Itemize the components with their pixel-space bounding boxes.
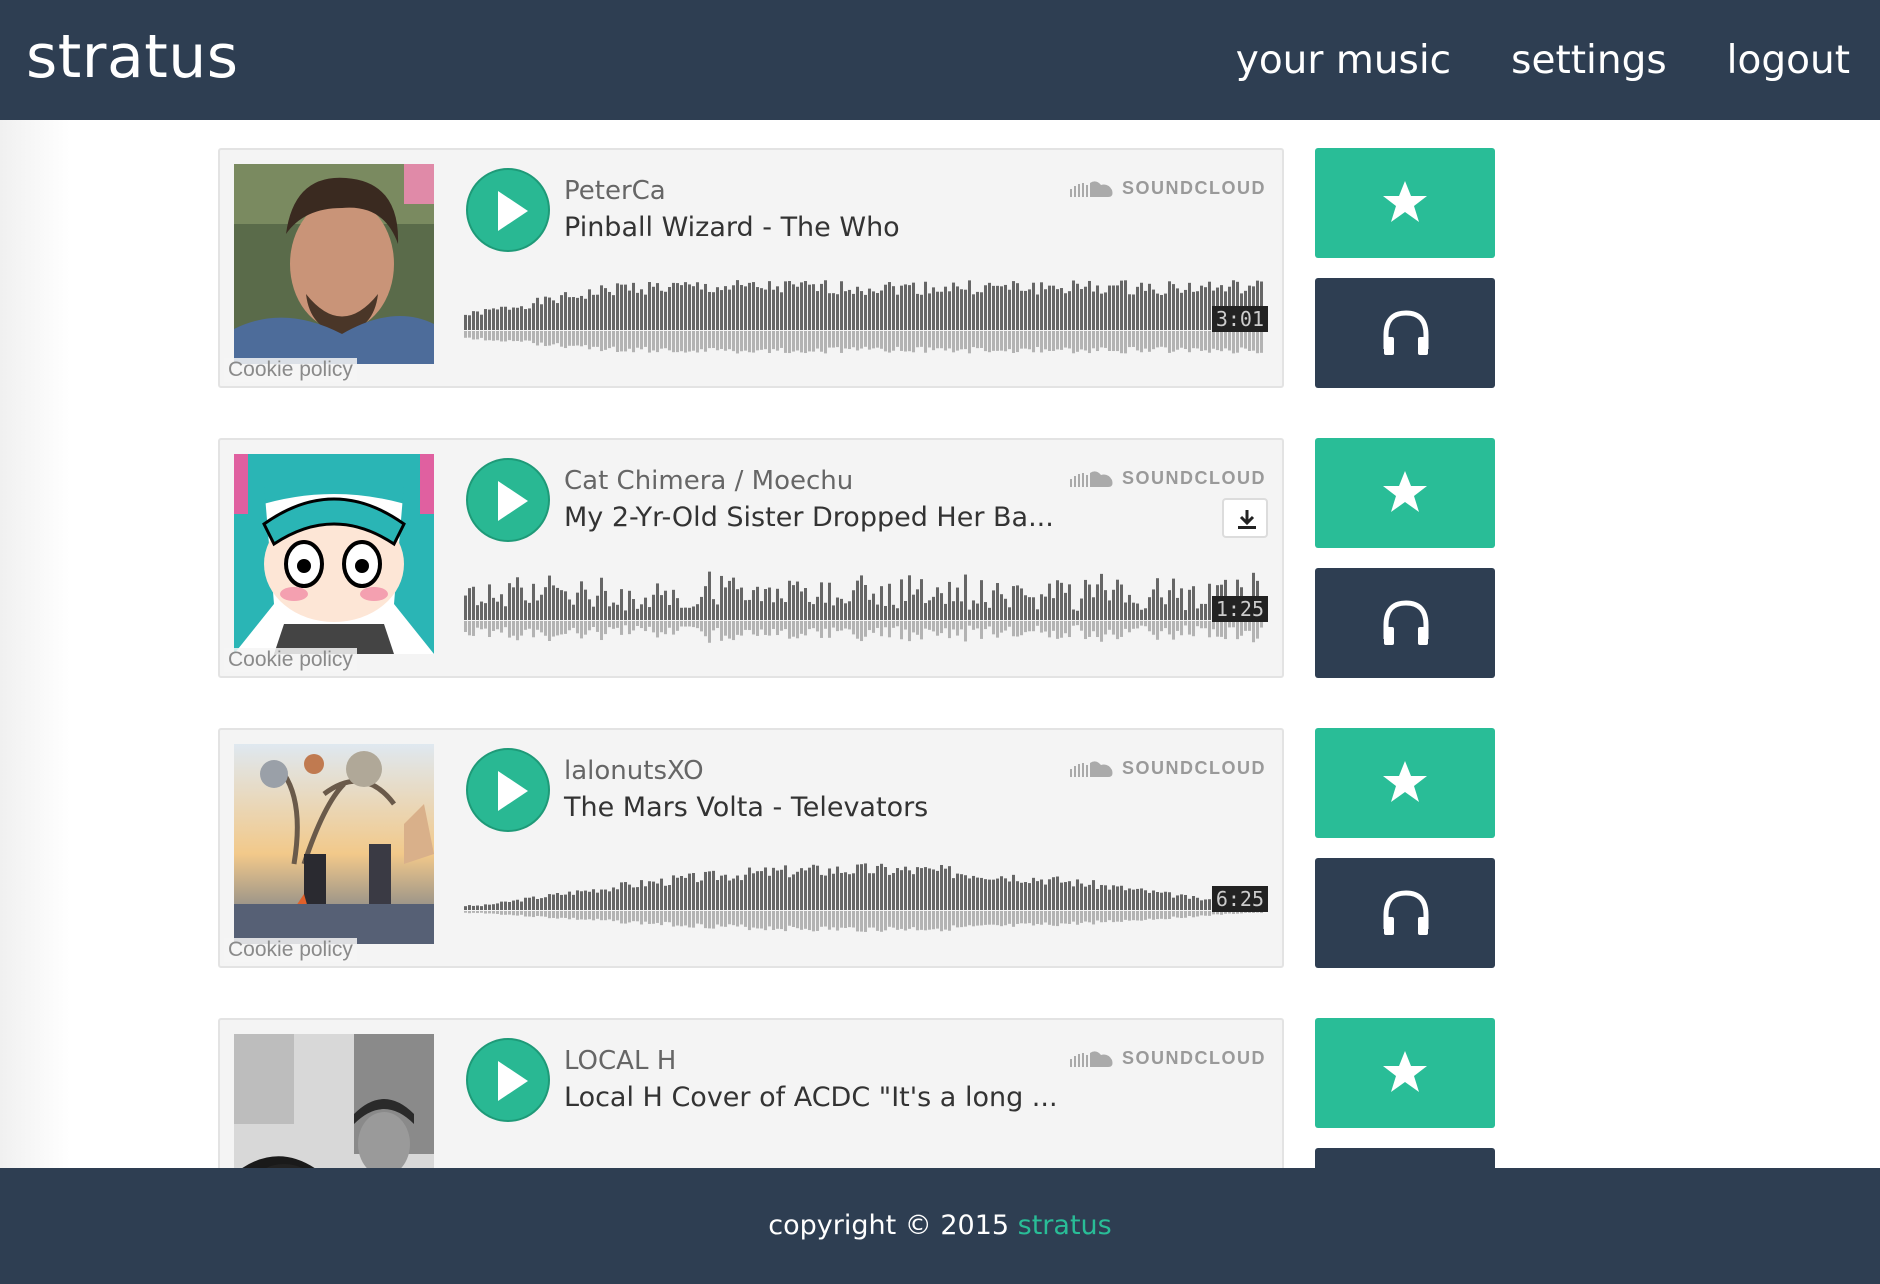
- page-footer: copyright © 2015 stratus: [0, 1168, 1880, 1284]
- download-icon: [1238, 510, 1256, 529]
- track-duration: 3:01: [1211, 306, 1268, 332]
- soundcloud-icon: [1070, 470, 1113, 487]
- track-card: Cookie policy Cat Chimera / Moechu My 2-…: [218, 438, 1284, 678]
- nav-settings[interactable]: settings: [1511, 38, 1667, 83]
- play-icon: [498, 771, 528, 811]
- headphones-icon: [1383, 310, 1429, 355]
- headphones-icon: [1383, 600, 1429, 645]
- waveform[interactable]: [464, 564, 1268, 664]
- favorite-button[interactable]: [1315, 1018, 1495, 1128]
- soundcloud-label: SOUNDCLOUD: [1122, 468, 1266, 488]
- soundcloud-label: SOUNDCLOUD: [1122, 178, 1266, 198]
- copyright-text: copyright © 2015: [768, 1210, 1010, 1241]
- download-button[interactable]: [1222, 498, 1268, 538]
- track-card: Cookie policy PeterCa Pinball Wizard - T…: [218, 148, 1284, 388]
- track-card: Cookie policy lalonutsXO The Mars Volta …: [218, 728, 1284, 968]
- waveform[interactable]: [464, 274, 1268, 374]
- headphones-icon: [1383, 890, 1429, 935]
- track-card: LOCAL H Local H Cover of ACDC "It's a lo…: [218, 1018, 1284, 1168]
- cookie-policy-link[interactable]: Cookie policy: [224, 938, 357, 962]
- cookie-policy-link[interactable]: Cookie policy: [224, 358, 357, 382]
- waveform[interactable]: [464, 854, 1268, 954]
- track-title[interactable]: Local H Cover of ACDC "It's a long ...: [564, 1082, 1058, 1113]
- track-artwork[interactable]: [234, 1034, 434, 1168]
- track-title[interactable]: The Mars Volta - Televators: [564, 792, 928, 823]
- track-title[interactable]: My 2-Yr-Old Sister Dropped Her Ba...: [564, 502, 1054, 533]
- soundcloud-icon: [1070, 760, 1113, 777]
- soundcloud-badge[interactable]: SOUNDCLOUD: [1070, 1048, 1266, 1069]
- soundcloud-badge[interactable]: SOUNDCLOUD: [1070, 468, 1266, 489]
- soundcloud-icon: [1070, 180, 1113, 197]
- play-icon: [498, 1061, 528, 1101]
- track-artist[interactable]: Cat Chimera / Moechu: [564, 466, 853, 496]
- main-nav: your music settings logout: [1236, 38, 1850, 83]
- listen-button[interactable]: [1315, 278, 1495, 388]
- favorite-button[interactable]: [1315, 438, 1495, 548]
- play-button[interactable]: [466, 1038, 550, 1122]
- footer-brand-link[interactable]: stratus: [1018, 1210, 1112, 1241]
- brand-logo[interactable]: stratus: [26, 22, 239, 92]
- track-artist[interactable]: PeterCa: [564, 176, 666, 206]
- cookie-policy-link[interactable]: Cookie policy: [224, 648, 357, 672]
- favorite-button[interactable]: [1315, 148, 1495, 258]
- track-artist[interactable]: LOCAL H: [564, 1046, 676, 1076]
- top-navbar: stratus your music settings logout: [0, 0, 1880, 120]
- waveform[interactable]: [464, 1144, 1268, 1168]
- track-title[interactable]: Pinball Wizard - The Who: [564, 212, 900, 243]
- listen-button[interactable]: [1315, 858, 1495, 968]
- listen-button[interactable]: [1315, 568, 1495, 678]
- soundcloud-badge[interactable]: SOUNDCLOUD: [1070, 758, 1266, 779]
- star-icon: [1383, 471, 1427, 512]
- track-artwork[interactable]: [234, 164, 434, 364]
- track-artwork[interactable]: [234, 744, 434, 944]
- play-icon: [498, 191, 528, 231]
- star-icon: [1383, 761, 1427, 802]
- favorite-button[interactable]: [1315, 728, 1495, 838]
- nav-your-music[interactable]: your music: [1236, 38, 1451, 83]
- soundcloud-badge[interactable]: SOUNDCLOUD: [1070, 178, 1266, 199]
- track-artist[interactable]: lalonutsXO: [564, 756, 704, 786]
- star-icon: [1383, 1051, 1427, 1092]
- soundcloud-label: SOUNDCLOUD: [1122, 758, 1266, 778]
- play-icon: [498, 481, 528, 521]
- track-duration: 6:25: [1211, 886, 1268, 912]
- soundcloud-label: SOUNDCLOUD: [1122, 1048, 1266, 1068]
- listen-button[interactable]: [1315, 1148, 1495, 1168]
- play-button[interactable]: [466, 458, 550, 542]
- track-artwork[interactable]: [234, 454, 434, 654]
- play-button[interactable]: [466, 168, 550, 252]
- track-duration: 1:25: [1211, 596, 1268, 622]
- soundcloud-icon: [1070, 1050, 1113, 1067]
- track-feed: Cookie policy PeterCa Pinball Wizard - T…: [0, 120, 1880, 1168]
- star-icon: [1383, 181, 1427, 222]
- nav-logout[interactable]: logout: [1727, 38, 1850, 83]
- play-button[interactable]: [466, 748, 550, 832]
